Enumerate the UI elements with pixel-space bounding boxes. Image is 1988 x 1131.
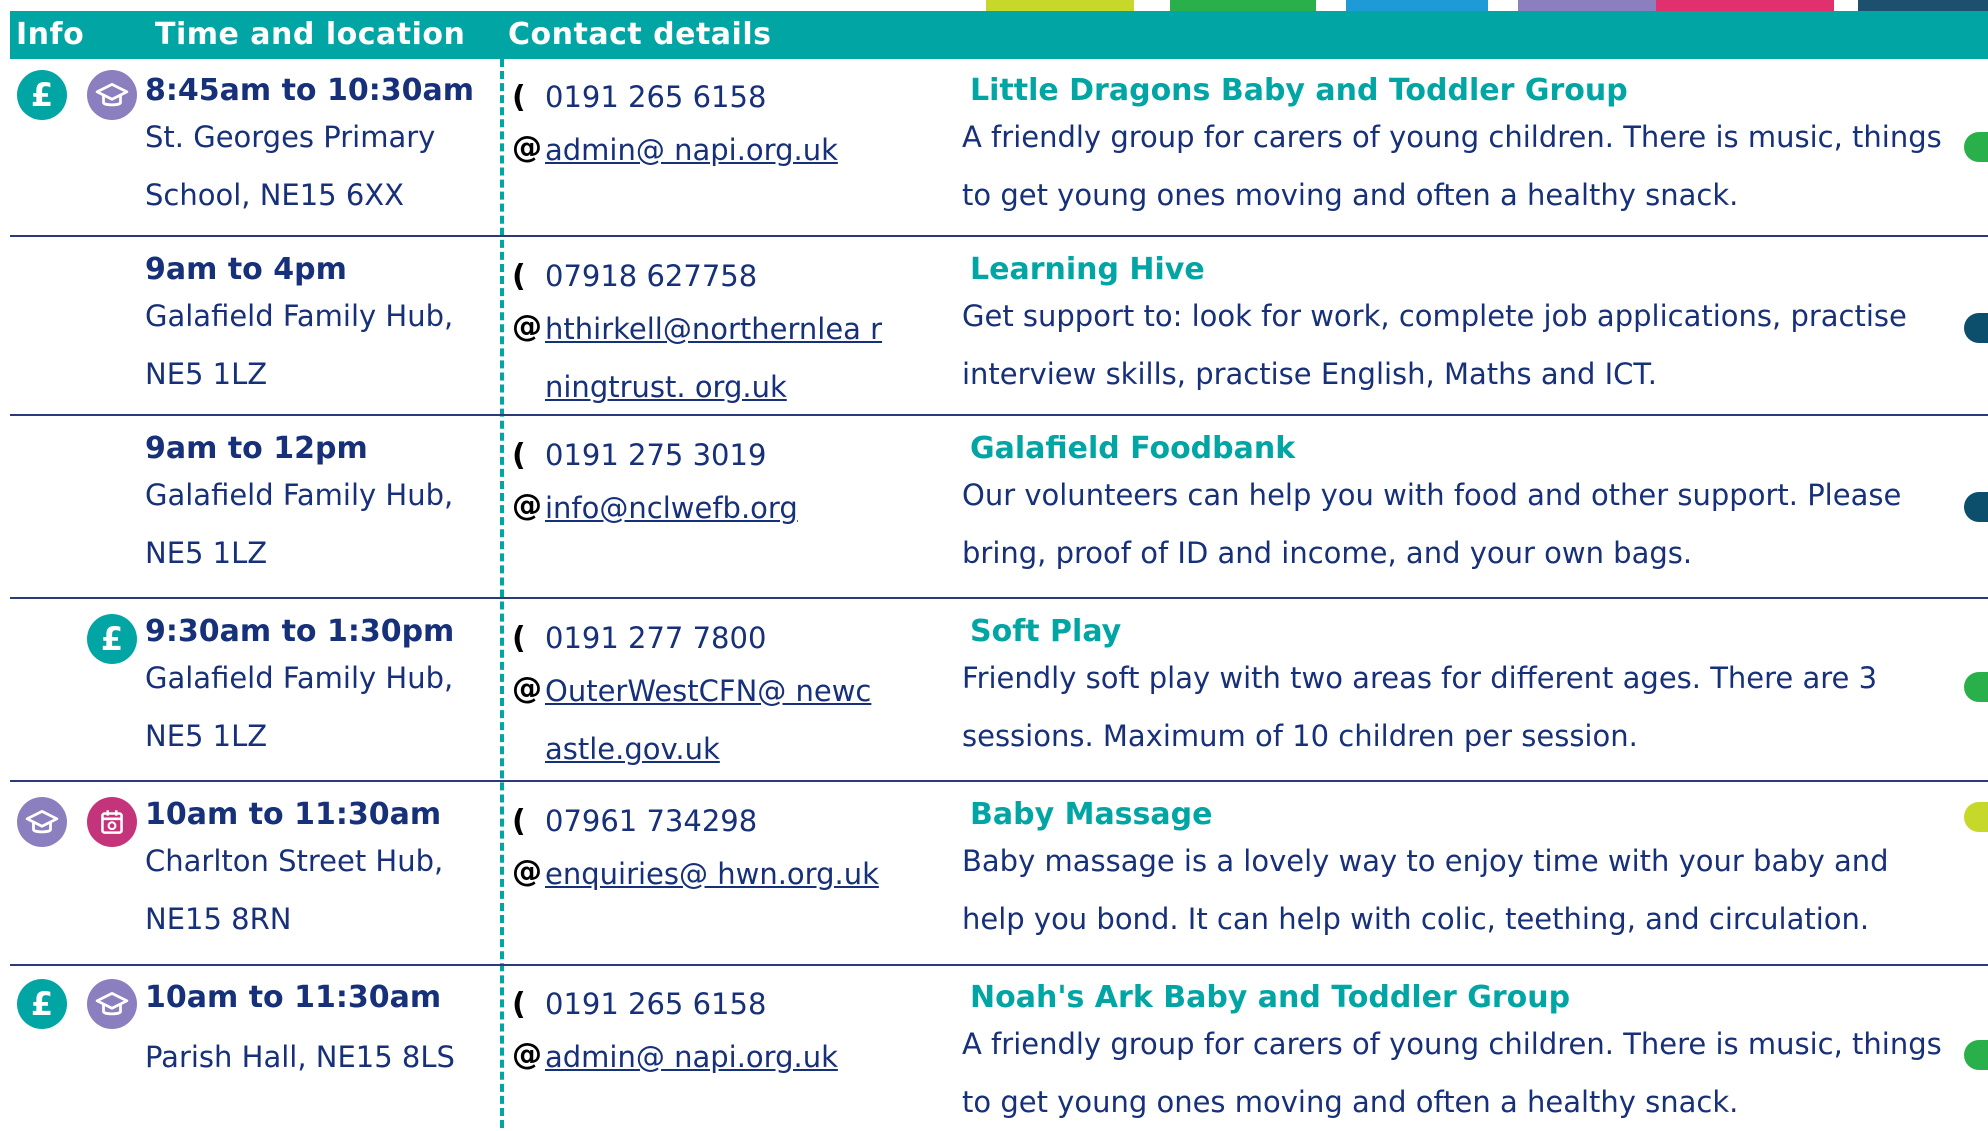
phone-icon: ( [512, 621, 526, 656]
header-contact-details: Contact details [508, 17, 772, 52]
email-icon: @ [512, 488, 542, 523]
phone-icon: ( [512, 259, 526, 294]
row-title: Soft Play [970, 614, 1122, 649]
email-icon: @ [512, 671, 542, 706]
row-location: Parish Hall, NE15 8LS [145, 1040, 455, 1074]
row-time: 9:30am to 1:30pm [145, 614, 455, 649]
row-email[interactable]: info@nclwefb.org [545, 479, 885, 537]
column-divider [500, 59, 504, 1128]
row-phone[interactable]: 0191 265 6158 [545, 987, 766, 1021]
row-title: Galafield Foodbank [970, 431, 1296, 466]
row-time: 9am to 12pm [145, 431, 368, 466]
row-phone[interactable]: 07918 627758 [545, 259, 757, 293]
color-strip-purple [1518, 0, 1660, 11]
row-color-marker [1964, 313, 1988, 343]
pound-icon: £ [17, 979, 67, 1029]
phone-icon: ( [512, 80, 526, 115]
phone-icon: ( [512, 804, 526, 839]
row-title: Learning Hive [970, 252, 1205, 287]
table-header: Info Time and location Contact details [10, 11, 1988, 59]
row-time: 10am to 11:30am [145, 980, 442, 1015]
pound-icon: £ [87, 614, 137, 664]
row-separator [10, 414, 1988, 416]
row-time: 9am to 4pm [145, 252, 347, 287]
row-title: Noah's Ark Baby and Toddler Group [970, 980, 1571, 1015]
row-color-marker [1964, 672, 1988, 702]
row-description: Get support to: look for work, complete … [962, 299, 1907, 391]
email-icon: @ [512, 309, 542, 344]
phone-icon: ( [512, 987, 526, 1022]
color-strip-navy [1858, 0, 1988, 11]
row-phone[interactable]: 0191 265 6158 [545, 80, 766, 114]
calendar-icon [87, 797, 137, 847]
color-strip-blue [1346, 0, 1488, 11]
row-location: St. Georges Primary School, NE15 6XX [145, 120, 436, 212]
row-description: Baby massage is a lovely way to enjoy ti… [962, 844, 1889, 936]
row-phone[interactable]: 07961 734298 [545, 804, 757, 838]
row-email[interactable]: admin@ napi.org.uk [545, 121, 885, 179]
row-description: A friendly group for carers of young chi… [962, 120, 1942, 212]
row-title: Little Dragons Baby and Toddler Group [970, 73, 1628, 108]
phone-icon: ( [512, 438, 526, 473]
row-phone[interactable]: 0191 277 7800 [545, 621, 766, 655]
row-separator [10, 597, 1988, 599]
row-email[interactable]: enquiries@ hwn.org.uk [545, 845, 885, 903]
row-location: Charlton Street Hub, NE15 8RN [145, 844, 444, 936]
email-icon: @ [512, 854, 542, 889]
header-info: Info [16, 17, 85, 52]
row-time: 8:45am to 10:30am [145, 73, 474, 108]
pound-icon: £ [17, 70, 67, 120]
row-location: Galafield Family Hub, NE5 1LZ [145, 299, 454, 391]
row-description: Our volunteers can help you with food an… [962, 478, 1902, 570]
graduation-cap-icon [17, 797, 67, 847]
row-time: 10am to 11:30am [145, 797, 442, 832]
color-strip-green [1170, 0, 1316, 11]
row-email[interactable]: hthirkell@northernlea rningtrust. org.uk [545, 300, 885, 416]
row-separator [10, 235, 1988, 237]
row-email[interactable]: OuterWestCFN@ newcastle.gov.uk [545, 662, 885, 778]
color-strip-pink [1656, 0, 1834, 11]
color-strip-lime [986, 0, 1134, 11]
graduation-cap-icon [87, 70, 137, 120]
row-color-marker [1964, 132, 1988, 162]
row-description: A friendly group for carers of young chi… [962, 1027, 1942, 1119]
email-icon: @ [512, 130, 542, 165]
row-location: Galafield Family Hub, NE5 1LZ [145, 478, 454, 570]
row-color-marker [1964, 492, 1988, 522]
row-color-marker [1964, 1040, 1988, 1070]
email-icon: @ [512, 1037, 542, 1072]
row-location: Galafield Family Hub, NE5 1LZ [145, 661, 454, 753]
row-color-marker [1964, 802, 1988, 832]
row-title: Baby Massage [970, 797, 1213, 832]
row-description: Friendly soft play with two areas for di… [962, 661, 1878, 753]
row-email[interactable]: admin@ napi.org.uk [545, 1028, 885, 1086]
row-separator [10, 780, 1988, 782]
row-separator [10, 964, 1988, 966]
graduation-cap-icon [87, 979, 137, 1029]
header-time-location: Time and location [155, 17, 466, 52]
row-phone[interactable]: 0191 275 3019 [545, 438, 766, 472]
